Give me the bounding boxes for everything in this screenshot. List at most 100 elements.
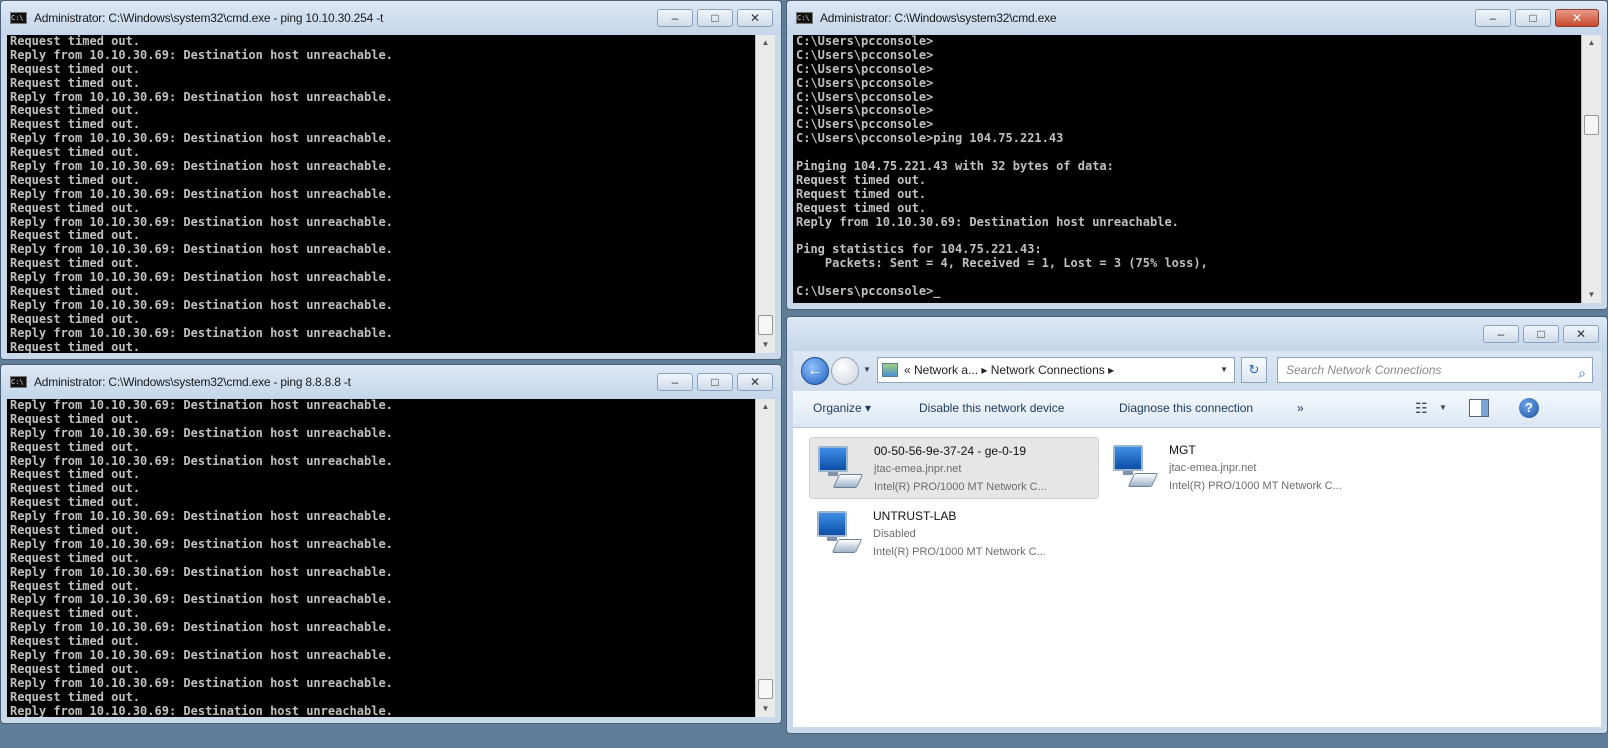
forward-button[interactable] [831, 357, 859, 385]
close-button[interactable]: ✕ [1563, 325, 1599, 343]
close-button[interactable]: ✕ [1555, 9, 1599, 27]
change-view-icon[interactable]: ☷ [1415, 400, 1433, 416]
console-line: Request timed out. [10, 411, 141, 426]
console-line: Request timed out. [796, 200, 927, 215]
console-line: Request timed out. [10, 103, 141, 118]
scroll-down-arrow-icon[interactable]: ▼ [1582, 287, 1601, 303]
console-line: Request timed out. [10, 284, 141, 299]
scroll-thumb[interactable] [758, 679, 773, 699]
cmd-icon: C:\ [796, 12, 813, 24]
cmd-window-ping-gateway[interactable]: C:\ Administrator: C:\Windows\system32\c… [0, 0, 782, 360]
maximize-button[interactable]: □ [697, 9, 733, 27]
recent-pages-dropdown-icon[interactable]: ▼ [863, 365, 871, 374]
console-line: Request timed out. [10, 35, 141, 48]
window-title: Administrator: C:\Windows\system32\cmd.e… [34, 11, 384, 25]
console-output[interactable]: C:\Users\pcconsole> C:\Users\pcconsole> C:… [793, 35, 1581, 303]
minimize-button[interactable]: – [1475, 9, 1511, 27]
cmd-icon: C:\ [10, 376, 27, 388]
address-breadcrumb[interactable]: « Network a... ▸ Network Connections ▸ [904, 358, 1114, 382]
console-line: Reply from 10.10.30.69: Destination host… [10, 89, 393, 104]
scroll-thumb[interactable] [758, 315, 773, 335]
scroll-up-arrow-icon[interactable]: ▲ [756, 399, 775, 415]
address-bar[interactable]: « Network a... ▸ Network Connections ▸ ▼ [877, 357, 1235, 383]
connection-name: MGT [1169, 443, 1196, 457]
preview-pane-icon[interactable] [1469, 399, 1489, 417]
console-line: Request timed out. [796, 172, 927, 187]
console-line: Reply from 10.10.30.69: Destination host… [10, 620, 393, 635]
connection-status: jtac-emea.jnpr.net [1169, 462, 1257, 474]
connection-item-ge-0-19[interactable]: 00-50-56-9e-37-24 - ge-0-19 jtac-emea.jn… [809, 437, 1099, 499]
close-button[interactable]: ✕ [737, 9, 773, 27]
console-line: Request timed out. [10, 467, 141, 482]
connection-status: jtac-emea.jnpr.net [874, 463, 962, 475]
scroll-down-arrow-icon[interactable]: ▼ [756, 701, 775, 717]
back-button[interactable]: ← [801, 357, 829, 385]
network-adapter-icon [817, 511, 863, 555]
console-line: Request timed out. [10, 228, 141, 243]
window-title: Administrator: C:\Windows\system32\cmd.e… [820, 11, 1057, 25]
console-line: Packets: Sent = 4, Received = 1, Lost = … [796, 256, 1208, 271]
search-icon[interactable]: ⌕ [1578, 361, 1586, 385]
cmd-window-main[interactable]: C:\ Administrator: C:\Windows\system32\c… [786, 0, 1608, 310]
address-dropdown-icon[interactable]: ▼ [1220, 358, 1228, 382]
console-output[interactable]: Request timed out. Reply from 10.10.30.69… [7, 35, 755, 353]
console-line: Reply from 10.10.30.69: Destination host… [10, 703, 393, 717]
console-line: Request timed out. [10, 172, 141, 187]
disable-device-button[interactable]: Disable this network device [919, 401, 1064, 415]
console-line: Request timed out. [10, 634, 141, 649]
close-button[interactable]: ✕ [737, 373, 773, 391]
diagnose-connection-button[interactable]: Diagnose this connection [1119, 401, 1253, 415]
console-line: Request timed out. [10, 606, 141, 621]
console-line: C:\Users\pcconsole> [796, 117, 934, 132]
console-line: Reply from 10.10.30.69: Destination host… [10, 242, 393, 257]
search-input[interactable]: Search Network Connections ⌕ [1277, 357, 1593, 383]
title-bar[interactable]: – □ ✕ [787, 317, 1607, 351]
console-line: C:\Users\pcconsole> [796, 75, 934, 90]
console-line: C:\Users\pcconsole> [796, 35, 934, 48]
more-commands-button[interactable]: » [1297, 401, 1304, 415]
console-line: Request timed out. [10, 200, 141, 215]
title-bar[interactable]: C:\ Administrator: C:\Windows\system32\c… [1, 365, 781, 399]
scroll-down-arrow-icon[interactable]: ▼ [756, 337, 775, 353]
vertical-scrollbar[interactable]: ▲ ▼ [755, 35, 775, 353]
connection-name: UNTRUST-LAB [873, 509, 957, 523]
console-output[interactable]: Reply from 10.10.30.69: Destination host… [7, 399, 755, 717]
console-line: C:\Users\pcconsole> [796, 61, 934, 76]
scroll-up-arrow-icon[interactable]: ▲ [756, 35, 775, 51]
maximize-button[interactable]: □ [1515, 9, 1551, 27]
refresh-button[interactable]: ↻ [1241, 357, 1267, 383]
console-line: C:\Users\pcconsole>ping 104.75.221.43 [796, 131, 1064, 146]
minimize-button[interactable]: – [657, 9, 693, 27]
address-row: ← ▼ « Network a... ▸ Network Connections… [793, 351, 1601, 391]
console-line: Reply from 10.10.30.69: Destination host… [10, 509, 393, 524]
console-line: Request timed out. [10, 661, 141, 676]
connection-item-untrust-lab[interactable]: UNTRUST-LAB Disabled Intel(R) PRO/1000 M… [809, 503, 1099, 565]
console-line: Request timed out. [10, 311, 141, 326]
help-icon[interactable]: ? [1519, 398, 1539, 418]
cmd-icon: C:\ [10, 12, 27, 24]
connection-item-mgt[interactable]: MGT jtac-emea.jnpr.net Intel(R) PRO/1000… [1105, 437, 1395, 499]
network-adapter-icon [818, 446, 864, 490]
maximize-button[interactable]: □ [1523, 325, 1559, 343]
maximize-button[interactable]: □ [697, 373, 733, 391]
title-bar[interactable]: C:\ Administrator: C:\Windows\system32\c… [787, 1, 1607, 35]
console-line: Reply from 10.10.30.69: Destination host… [10, 131, 393, 146]
connection-status: Disabled [873, 528, 916, 540]
cmd-window-ping-dns[interactable]: C:\ Administrator: C:\Windows\system32\c… [0, 364, 782, 724]
vertical-scrollbar[interactable]: ▲ ▼ [755, 399, 775, 717]
organize-button[interactable]: Organize ▾ [813, 401, 871, 415]
network-connections-window[interactable]: – □ ✕ ← ▼ « Network a... ▸ Network Connect… [786, 316, 1608, 734]
console-line: Request timed out. [796, 186, 927, 201]
title-bar[interactable]: C:\ Administrator: C:\Windows\system32\c… [1, 1, 781, 35]
vertical-scrollbar[interactable]: ▲ ▼ [1581, 35, 1601, 303]
minimize-button[interactable]: – [1483, 325, 1519, 343]
console-line: Reply from 10.10.30.69: Destination host… [10, 325, 393, 340]
minimize-button[interactable]: – [657, 373, 693, 391]
console-line: Reply from 10.10.30.69: Destination host… [10, 425, 393, 440]
view-dropdown-icon[interactable]: ▼ [1439, 403, 1447, 412]
network-folder-icon [882, 363, 898, 377]
scroll-up-arrow-icon[interactable]: ▲ [1582, 35, 1601, 51]
scroll-thumb[interactable] [1584, 115, 1599, 135]
